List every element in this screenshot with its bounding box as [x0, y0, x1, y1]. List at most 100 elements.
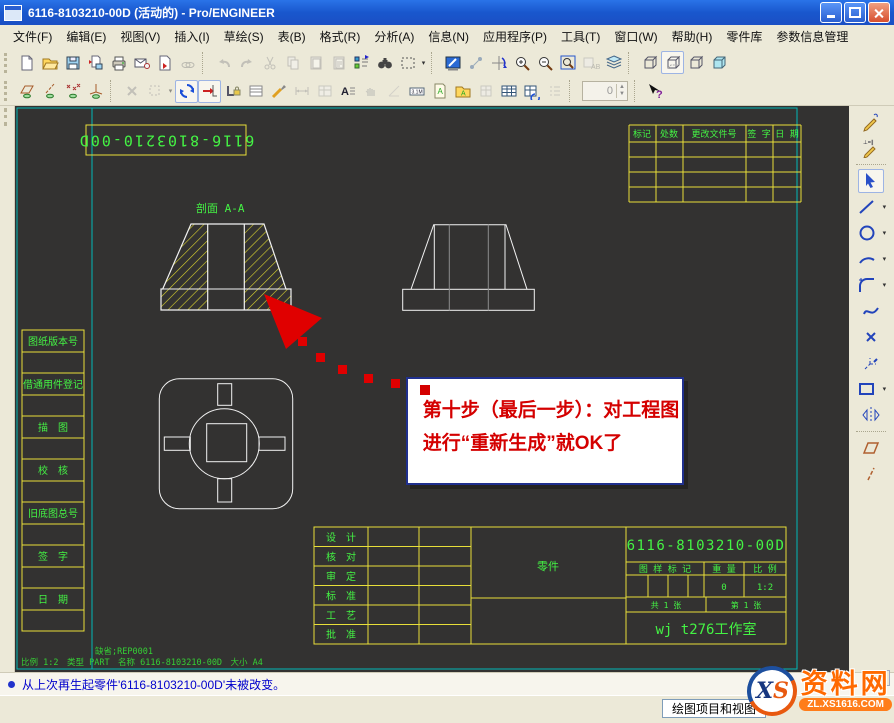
paste-special-button[interactable]	[327, 51, 350, 74]
note-button[interactable]: A	[428, 80, 451, 103]
export-button[interactable]	[153, 51, 176, 74]
select-filter-dropdown[interactable]: ▾	[419, 59, 428, 67]
orient-button[interactable]	[464, 51, 487, 74]
toolbar-drag-handle[interactable]	[4, 53, 11, 73]
select-special-button[interactable]	[143, 80, 166, 103]
view-section-aa[interactable]: 剖面 A-A	[161, 201, 291, 310]
note-folder-button[interactable]: A	[451, 80, 474, 103]
table-update-button[interactable]	[520, 80, 543, 103]
sheet-number-spinner[interactable]: 0 ▲▼	[582, 81, 628, 101]
table-grid-button[interactable]	[313, 80, 336, 103]
table-button[interactable]	[497, 80, 520, 103]
arc-tool-dropdown[interactable]: ▾	[880, 255, 889, 263]
no-hidden-button[interactable]	[684, 51, 707, 74]
wireframe-button[interactable]	[638, 51, 661, 74]
spin-center-button[interactable]	[487, 51, 510, 74]
shaded-button[interactable]	[707, 51, 730, 74]
menu-edit[interactable]: 编辑(E)	[59, 26, 113, 47]
sketch-tool-button[interactable]	[858, 110, 884, 134]
update-sheet-button[interactable]	[175, 80, 198, 103]
save-button[interactable]	[61, 51, 84, 74]
refit-button[interactable]	[556, 51, 579, 74]
new-file-button[interactable]	[15, 51, 38, 74]
properties-button[interactable]	[543, 80, 566, 103]
canvas-drag-handle[interactable]	[4, 108, 11, 126]
cut-button[interactable]	[258, 51, 281, 74]
group-button[interactable]	[474, 80, 497, 103]
copy-button[interactable]	[281, 51, 304, 74]
view-front[interactable]	[402, 225, 534, 311]
menu-window[interactable]: 窗口(W)	[607, 26, 664, 47]
undo-button[interactable]	[212, 51, 235, 74]
datum-axis-tool-button[interactable]	[858, 462, 884, 486]
close-button[interactable]	[868, 2, 890, 23]
send-mail-button[interactable]	[130, 51, 153, 74]
minimize-button[interactable]	[820, 2, 842, 23]
line-tool-button[interactable]	[854, 195, 880, 219]
context-help-button[interactable]: ?	[644, 80, 667, 103]
menu-help[interactable]: 帮助(H)	[665, 26, 720, 47]
select-special-dropdown[interactable]: ▾	[166, 87, 175, 95]
menu-analysis[interactable]: 分析(A)	[367, 26, 421, 47]
select-tool-button[interactable]	[858, 169, 884, 193]
datum-plane-tool-button[interactable]	[858, 436, 884, 460]
menu-info[interactable]: 信息(N)	[421, 26, 476, 47]
format-paint-button[interactable]	[267, 80, 290, 103]
circle-tool-dropdown[interactable]: ▾	[880, 229, 889, 237]
delete-button[interactable]	[120, 80, 143, 103]
menu-format[interactable]: 格式(R)	[313, 26, 368, 47]
datum-axis-display-button[interactable]	[38, 80, 61, 103]
menu-table[interactable]: 表(B)	[271, 26, 313, 47]
menu-param-info[interactable]: 参数信息管理	[769, 26, 855, 47]
restore-button[interactable]	[844, 2, 866, 23]
print-button[interactable]	[107, 51, 130, 74]
menu-file[interactable]: 文件(F)	[6, 26, 59, 47]
drag-items-button[interactable]	[359, 80, 382, 103]
drawing-canvas[interactable]: 6116-8103210-00D 标记 处数 更改文件号 签 字 日	[15, 106, 849, 672]
menu-insert[interactable]: 插入(I)	[167, 26, 216, 47]
hidden-line-button[interactable]	[661, 51, 684, 74]
rectangle-tool-button[interactable]	[854, 377, 880, 401]
constraints-tool-button[interactable]: ⊥=∥	[858, 136, 884, 160]
redo-button[interactable]	[235, 51, 258, 74]
datum-plane-display-button[interactable]	[15, 80, 38, 103]
point-tool-button[interactable]	[858, 325, 884, 349]
spinner-down-icon[interactable]: ▼	[619, 91, 625, 98]
rectangle-tool-dropdown[interactable]: ▾	[880, 385, 889, 393]
regenerate-button[interactable]	[350, 51, 373, 74]
mirror-tool-button[interactable]	[858, 403, 884, 427]
layers-button[interactable]	[602, 51, 625, 74]
circle-tool-button[interactable]	[854, 221, 880, 245]
dim-format-button[interactable]: 3.1M	[405, 80, 428, 103]
repaint-button[interactable]	[441, 51, 464, 74]
fillet-tool-button[interactable]	[854, 273, 880, 297]
zoom-out-button[interactable]	[533, 51, 556, 74]
dimension-button[interactable]	[290, 80, 313, 103]
offset-edge-tool-button[interactable]	[858, 351, 884, 375]
goto-sheet-button[interactable]	[198, 80, 221, 103]
point-display-button[interactable]	[61, 80, 84, 103]
menu-parts-library[interactable]: 零件库	[719, 26, 769, 47]
menu-tools[interactable]: 工具(T)	[554, 26, 607, 47]
arc-tool-button[interactable]	[854, 247, 880, 271]
menu-sketch[interactable]: 草绘(S)	[217, 26, 271, 47]
paste-button[interactable]	[304, 51, 327, 74]
fillet-tool-dropdown[interactable]: ▾	[880, 281, 889, 289]
web-link-button[interactable]	[176, 51, 199, 74]
rename-view-button[interactable]: AB	[579, 51, 602, 74]
zoom-in-button[interactable]	[510, 51, 533, 74]
find-button[interactable]	[373, 51, 396, 74]
view-plan[interactable]	[159, 379, 292, 509]
open-button[interactable]	[38, 51, 61, 74]
csys-display-button[interactable]	[84, 80, 107, 103]
table-rows-button[interactable]	[244, 80, 267, 103]
menu-view[interactable]: 视图(V)	[113, 26, 167, 47]
lock-move-button[interactable]	[221, 80, 244, 103]
save-copy-button[interactable]	[84, 51, 107, 74]
angle-dim-button[interactable]	[382, 80, 405, 103]
toolbar-drag-handle[interactable]	[4, 81, 11, 101]
line-tool-dropdown[interactable]: ▾	[880, 203, 889, 211]
menu-applications[interactable]: 应用程序(P)	[476, 26, 554, 47]
select-filter-button[interactable]	[396, 51, 419, 74]
spinner-up-icon[interactable]: ▲	[619, 84, 625, 91]
